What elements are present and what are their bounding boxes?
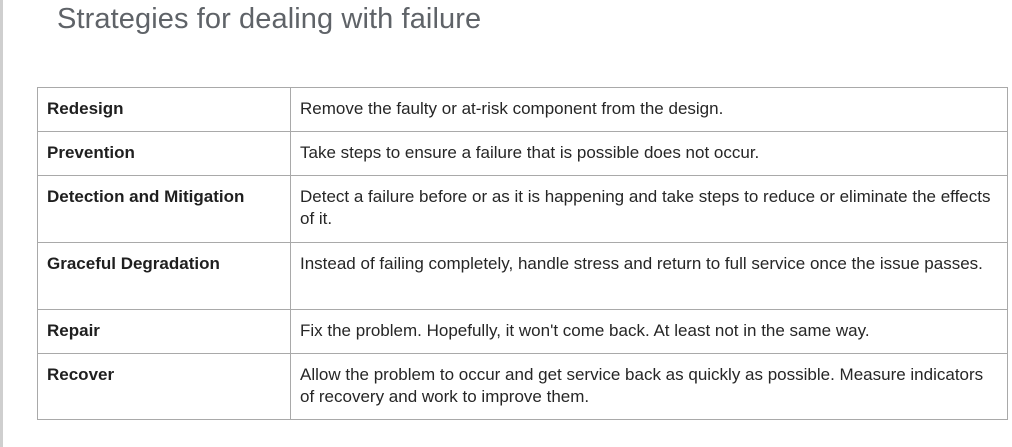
table-row: Prevention Take steps to ensure a failur… [37,131,1008,176]
strategy-term: Recover [37,353,291,420]
strategy-description: Detect a failure before or as it is happ… [290,175,1008,243]
strategies-table: Redesign Remove the faulty or at-risk co… [37,87,1008,420]
table-row: Graceful Degradation Instead of failing … [37,242,1008,310]
strategy-description: Take steps to ensure a failure that is p… [290,131,1008,176]
table-row: Detection and Mitigation Detect a failur… [37,175,1008,243]
strategy-description: Fix the problem. Hopefully, it won't com… [290,309,1008,354]
page-title: Strategies for dealing with failure [57,3,482,35]
table-row: Redesign Remove the faulty or at-risk co… [37,87,1008,132]
strategy-description: Allow the problem to occur and get servi… [290,353,1008,420]
strategy-term: Repair [37,309,291,354]
table-row: Repair Fix the problem. Hopefully, it wo… [37,309,1008,354]
strategy-description: Instead of failing completely, handle st… [290,242,1008,310]
strategy-term: Graceful Degradation [37,242,291,310]
strategy-term: Prevention [37,131,291,176]
table-row: Recover Allow the problem to occur and g… [37,353,1008,420]
strategy-term: Redesign [37,87,291,132]
strategy-term: Detection and Mitigation [37,175,291,243]
strategy-description: Remove the faulty or at-risk component f… [290,87,1008,132]
slide-left-border [0,0,3,447]
strategies-table-container: Redesign Remove the faulty or at-risk co… [37,87,1008,420]
